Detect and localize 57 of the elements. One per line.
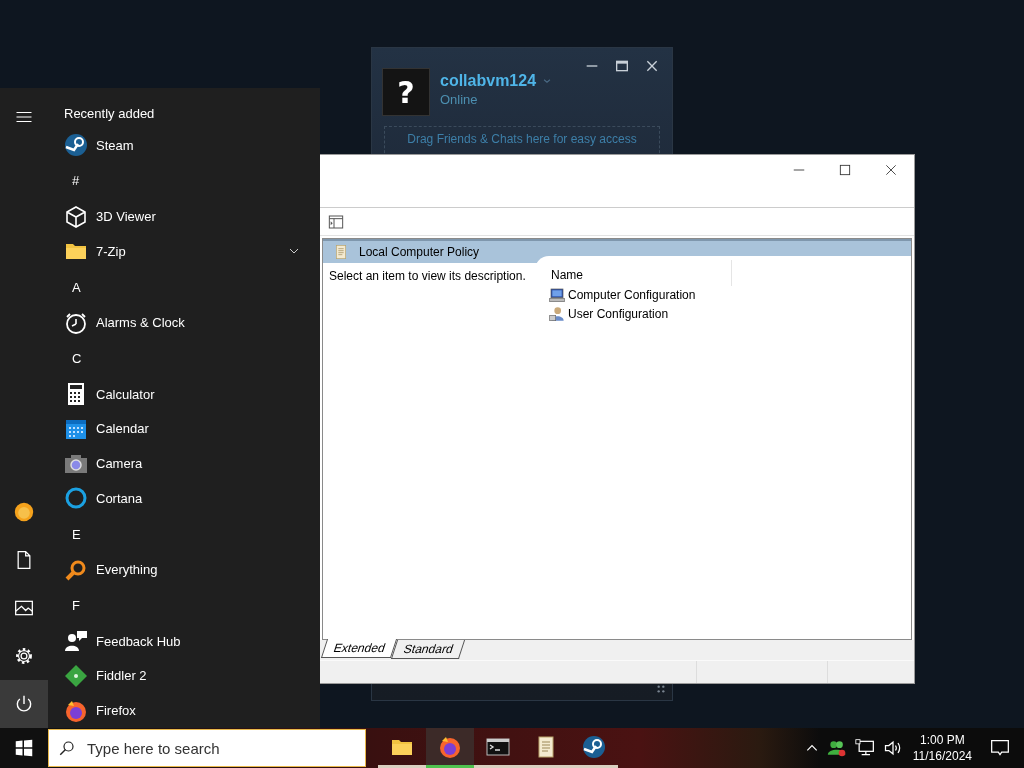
app-list-item[interactable]: Everything <box>64 552 304 588</box>
app-list-item[interactable]: 3D Viewer <box>64 199 304 234</box>
search-field[interactable]: Type here to search <box>48 729 366 767</box>
ring-icon <box>64 486 88 511</box>
app-list-item[interactable]: 7-Zip <box>64 234 304 269</box>
show-hide-pane-icon[interactable] <box>328 213 344 230</box>
letter-heading[interactable]: F <box>64 587 80 624</box>
app-list-item[interactable]: Firefox <box>64 693 304 728</box>
close-icon[interactable] <box>884 163 898 177</box>
letter-heading[interactable]: # <box>64 162 80 200</box>
app-list-item[interactable]: Steam <box>64 127 304 163</box>
list-item[interactable]: User Configuration <box>535 305 669 324</box>
steam-logo-icon <box>64 133 88 158</box>
notification-icon[interactable] <box>990 738 1010 758</box>
diamond-icon <box>64 663 88 688</box>
computer-icon <box>549 287 565 303</box>
app-list-item[interactable]: Cortana <box>64 481 304 516</box>
list-item[interactable]: Computer Configuration <box>535 286 696 305</box>
settings-icon <box>14 646 34 666</box>
user-icon <box>549 306 565 322</box>
letter-heading[interactable]: A <box>64 268 81 306</box>
people-icon[interactable] <box>826 738 847 758</box>
app-list-item[interactable]: Feedback Hub <box>64 623 304 659</box>
section-heading: Recently added <box>64 106 156 123</box>
app-list-item[interactable]: Fiddler 2 <box>64 658 304 694</box>
volume-icon[interactable] <box>882 738 903 758</box>
power-icon <box>14 694 34 714</box>
letter-heading[interactable]: C <box>64 340 82 377</box>
close-icon[interactable] <box>644 58 660 74</box>
network-icon[interactable] <box>854 738 875 758</box>
power-button[interactable] <box>0 680 48 728</box>
pane-title: Local Computer Policy <box>359 245 480 259</box>
person-speech-icon <box>64 629 88 654</box>
steam-logo-icon <box>582 734 606 759</box>
app-list-item[interactable]: Calculator <box>64 376 304 412</box>
app-list-item[interactable]: Camera <box>64 446 304 481</box>
maximize-icon[interactable] <box>838 163 852 177</box>
maximize-icon[interactable] <box>614 58 630 74</box>
online-status: Online <box>440 92 479 107</box>
view-tab[interactable]: Standard <box>390 640 465 659</box>
picture-icon <box>14 598 34 618</box>
letter-heading[interactable]: E <box>64 515 81 553</box>
clock[interactable]: 1:00 PM 11/16/2024 <box>912 732 972 764</box>
username[interactable]: collabvm124 <box>440 72 537 90</box>
search-icon <box>58 739 76 757</box>
view-tab[interactable]: Extended <box>320 639 397 658</box>
cube-icon <box>64 204 88 229</box>
windows-logo-icon <box>15 739 33 757</box>
taskbar-app[interactable] <box>426 728 474 768</box>
clock-icon <box>64 310 88 335</box>
app-list-item[interactable]: Alarms & Clock <box>64 305 304 341</box>
avatar: ? <box>382 68 430 116</box>
column-header[interactable]: Name <box>535 260 732 286</box>
app-list-item[interactable]: Calendar <box>64 411 304 447</box>
description-text: Select an item to view its description. <box>328 268 527 285</box>
policy-scroll-icon <box>333 244 349 260</box>
avatar-icon <box>14 502 34 522</box>
